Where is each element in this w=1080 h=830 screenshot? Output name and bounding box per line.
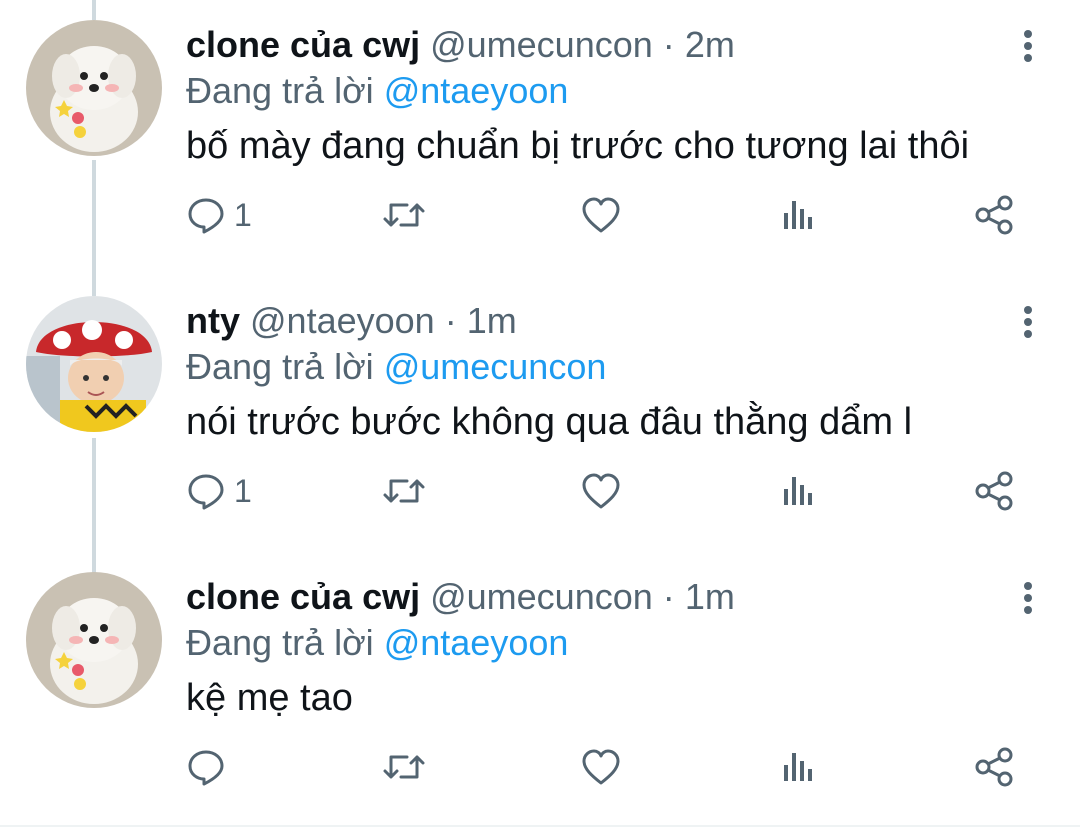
views-button[interactable] [778, 466, 818, 516]
tweet-content: nty @ntaeyoon · 1m Đang trả lời @umecunc… [186, 298, 1020, 446]
white-puppy-avatar [26, 20, 162, 156]
timestamp[interactable]: 1m [685, 576, 735, 617]
like-icon [582, 749, 620, 785]
reply-button[interactable]: 1 [186, 466, 252, 516]
tweet-content: clone của cwj @umecuncon · 1m Đang trả l… [186, 574, 1020, 722]
tweet-header: nty @ntaeyoon · 1m [186, 298, 1020, 344]
share-icon [975, 747, 1013, 787]
mushroom-hat-person-avatar [26, 296, 162, 432]
retweet-icon [383, 479, 425, 503]
display-name[interactable]: clone của cwj [186, 24, 420, 65]
avatar[interactable] [26, 296, 162, 432]
more-icon[interactable] [1016, 582, 1040, 622]
tweet-text: bố mày đang chuẩn bị trước cho tương lai… [186, 125, 970, 167]
tweet-actions [186, 742, 1026, 792]
more-icon[interactable] [1016, 30, 1040, 70]
reply-icon [188, 474, 224, 510]
retweet-button[interactable] [382, 190, 426, 240]
display-name[interactable]: nty [186, 300, 240, 341]
like-button[interactable] [580, 190, 622, 240]
views-button[interactable] [778, 190, 818, 240]
share-button[interactable] [974, 190, 1016, 240]
user-handle[interactable]: @umecuncon [430, 24, 653, 65]
views-icon [784, 477, 812, 505]
views-button[interactable] [778, 742, 818, 792]
reply-count: 1 [234, 196, 252, 233]
replying-to-handle[interactable]: @ntaeyoon [384, 70, 569, 111]
tweet[interactable]: nty @ntaeyoon · 1m Đang trả lời @umecunc… [0, 276, 1080, 554]
share-icon [975, 195, 1013, 235]
retweet-icon [383, 203, 425, 227]
more-icon[interactable] [1016, 306, 1040, 346]
tweet-text: kệ mẹ tao [186, 677, 353, 719]
reply-count: 1 [234, 472, 252, 509]
replying-to: Đang trả lời @ntaeyoon [186, 68, 1020, 114]
tweet-header: clone của cwj @umecuncon · 1m [186, 574, 1020, 620]
share-icon [975, 471, 1013, 511]
replying-to-label: Đang trả lời [186, 346, 374, 387]
tweet-actions: 1 [186, 190, 1026, 240]
retweet-button[interactable] [382, 466, 426, 516]
timestamp[interactable]: 2m [685, 24, 735, 65]
like-icon [582, 473, 620, 509]
views-icon [784, 201, 812, 229]
tweet-actions: 1 [186, 466, 1026, 516]
replying-to: Đang trả lời @ntaeyoon [186, 620, 1020, 666]
retweet-icon [383, 755, 425, 779]
share-button[interactable] [974, 466, 1016, 516]
like-button[interactable] [580, 466, 622, 516]
reply-icon [188, 198, 224, 234]
reply-icon [188, 750, 224, 786]
separator-dot: · [662, 24, 675, 65]
tweet-header: clone của cwj @umecuncon · 2m [186, 22, 1020, 68]
separator-dot: · [662, 576, 675, 617]
replying-to-handle[interactable]: @umecuncon [384, 346, 607, 387]
replying-to-label: Đang trả lời [186, 70, 374, 111]
user-handle[interactable]: @umecuncon [430, 576, 653, 617]
avatar[interactable] [26, 20, 162, 156]
views-icon [784, 753, 812, 781]
like-icon [582, 197, 620, 233]
like-button[interactable] [580, 742, 622, 792]
replying-to: Đang trả lời @umecuncon [186, 344, 1020, 390]
timestamp[interactable]: 1m [467, 300, 517, 341]
white-puppy-avatar [26, 572, 162, 708]
reply-button[interactable] [186, 742, 234, 792]
replying-to-handle[interactable]: @ntaeyoon [384, 622, 569, 663]
reply-button[interactable]: 1 [186, 190, 252, 240]
tweet-text: nói trước bước không qua đâu thằng dẩm l [186, 401, 913, 443]
share-button[interactable] [974, 742, 1016, 792]
retweet-button[interactable] [382, 742, 426, 792]
avatar[interactable] [26, 572, 162, 708]
replying-to-label: Đang trả lời [186, 622, 374, 663]
tweet[interactable]: clone của cwj @umecuncon · 2m Đang trả l… [0, 0, 1080, 278]
tweet-content: clone của cwj @umecuncon · 2m Đang trả l… [186, 22, 1020, 170]
separator-dot: · [444, 300, 457, 341]
user-handle[interactable]: @ntaeyoon [250, 300, 435, 341]
display-name[interactable]: clone của cwj [186, 576, 420, 617]
tweet[interactable]: clone của cwj @umecuncon · 1m Đang trả l… [0, 552, 1080, 830]
